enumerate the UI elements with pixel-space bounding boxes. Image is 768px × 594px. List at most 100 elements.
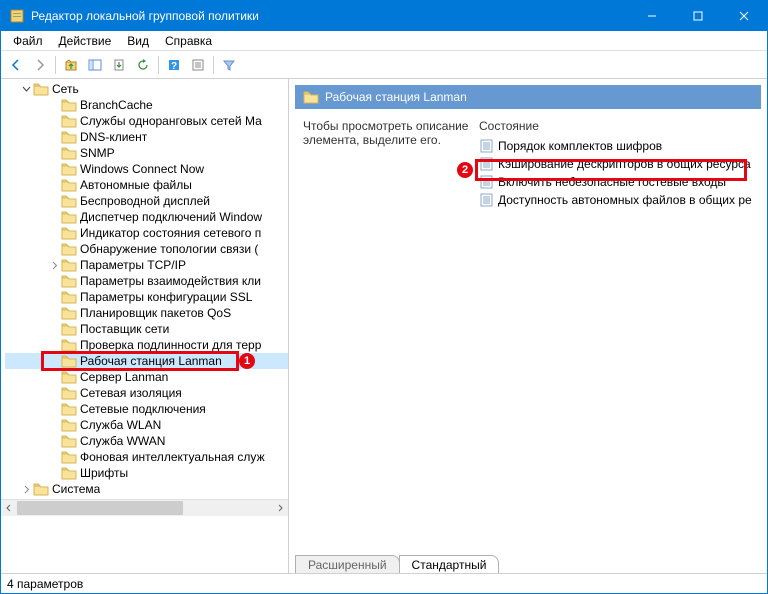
tree-expand-empty [47, 274, 61, 288]
tree-expand-empty [47, 242, 61, 256]
tree-node[interactable]: Сервер Lanman [5, 369, 288, 385]
folder-icon [61, 386, 77, 400]
chevron-down-icon[interactable] [19, 82, 33, 96]
tree-expand-empty [47, 114, 61, 128]
folder-icon [61, 258, 77, 272]
chevron-right-icon[interactable] [47, 258, 61, 272]
tree-node-system[interactable]: Система [5, 481, 288, 497]
tree-node[interactable]: Службы одноранговых сетей Ма [5, 113, 288, 129]
tree-label: Windows Connect Now [80, 162, 204, 176]
folder-icon [33, 482, 49, 496]
tree-node[interactable]: Сетевые подключения [5, 401, 288, 417]
folder-icon [61, 194, 77, 208]
tree-label: Беспроводной дисплей [80, 194, 210, 208]
scroll-right-button[interactable] [272, 500, 288, 516]
folder-icon [61, 146, 77, 160]
window-title: Редактор локальной групповой политики [31, 9, 629, 23]
close-button[interactable] [721, 1, 767, 31]
menubar: Файл Действие Вид Справка [1, 31, 767, 51]
policy-label: Доступность автономных файлов в общих ре [498, 193, 752, 207]
details-title: Рабочая станция Lanman [325, 90, 467, 104]
tree-label: Поставщик сети [80, 322, 169, 336]
tree-node[interactable]: Фоновая интеллектуальная служ [5, 449, 288, 465]
tree-label: Сетевые подключения [80, 402, 206, 416]
tree-node[interactable]: Windows Connect Now [5, 161, 288, 177]
folder-icon [61, 338, 77, 352]
toolbar-separator [55, 56, 56, 74]
tab-standard[interactable]: Стандартный [399, 555, 500, 573]
tree-node[interactable]: Диспетчер подключений Window [5, 209, 288, 225]
tree-pane[interactable]: СетьBranchCacheСлужбы одноранговых сетей… [1, 79, 289, 573]
menu-action[interactable]: Действие [51, 32, 120, 50]
chevron-right-icon[interactable] [19, 482, 33, 496]
up-button[interactable] [60, 54, 82, 76]
tree-node[interactable]: Поставщик сети [5, 321, 288, 337]
folder-icon [61, 466, 77, 480]
tree-expand-empty [47, 402, 61, 416]
tree-node-network[interactable]: Сеть [5, 81, 288, 97]
help-button[interactable]: ? [163, 54, 185, 76]
tab-extended[interactable]: Расширенный [295, 555, 400, 573]
tree-node[interactable]: Служба WLAN [5, 417, 288, 433]
tree-expand-empty [47, 450, 61, 464]
maximize-button[interactable] [675, 1, 721, 31]
tree-label: Обнаружение топологии связи ( [80, 242, 258, 256]
badge-2: 2 [457, 162, 473, 178]
tree-node[interactable]: DNS-клиент [5, 129, 288, 145]
folder-icon [61, 434, 77, 448]
folder-icon [61, 242, 77, 256]
tree-node[interactable]: Шрифты [5, 465, 288, 481]
tree-node[interactable]: Параметры конфигурации SSL [5, 289, 288, 305]
folder-icon [61, 418, 77, 432]
app-icon [9, 8, 25, 24]
folder-icon [61, 98, 77, 112]
tree-node[interactable]: Обнаружение топологии связи ( [5, 241, 288, 257]
tree-expand-empty [47, 386, 61, 400]
folder-icon [61, 210, 77, 224]
policy-item[interactable]: Доступность автономных файлов в общих ре [479, 191, 761, 209]
folder-icon [61, 114, 77, 128]
tree-node[interactable]: Параметры TCP/IP [5, 257, 288, 273]
folder-icon [61, 290, 77, 304]
tree-node[interactable]: Служба WWAN [5, 433, 288, 449]
status-text: 4 параметров [7, 577, 83, 591]
menu-help[interactable]: Справка [157, 32, 220, 50]
properties-button[interactable] [187, 54, 209, 76]
tree-node[interactable]: SNMP [5, 145, 288, 161]
filter-button[interactable] [218, 54, 240, 76]
tree-node[interactable]: Сетевая изоляция [5, 385, 288, 401]
policy-item[interactable]: Порядок комплектов шифров [479, 137, 761, 155]
details-body: Чтобы просмотреть описание элемента, выд… [289, 109, 767, 551]
back-button[interactable] [5, 54, 27, 76]
tree-node[interactable]: Индикатор состояния сетевого п [5, 225, 288, 241]
refresh-button[interactable] [132, 54, 154, 76]
menu-file[interactable]: Файл [5, 32, 51, 50]
tree-node[interactable]: BranchCache [5, 97, 288, 113]
folder-icon [61, 226, 77, 240]
tree-label: Рабочая станция Lanman [80, 354, 222, 368]
tree-node[interactable]: Автономные файлы [5, 177, 288, 193]
policy-icon [479, 193, 495, 207]
tree-node[interactable]: Планировщик пакетов QoS [5, 305, 288, 321]
tree-expand-empty [47, 194, 61, 208]
minimize-button[interactable] [629, 1, 675, 31]
menu-view[interactable]: Вид [119, 32, 157, 50]
description-column: Чтобы просмотреть описание элемента, выд… [303, 119, 479, 551]
show-hide-tree-button[interactable] [84, 54, 106, 76]
scroll-thumb[interactable] [17, 501, 183, 515]
tree-node[interactable]: Параметры взаимодействия кли [5, 273, 288, 289]
export-button[interactable] [108, 54, 130, 76]
badge-1: 1 [239, 353, 255, 369]
tree-label: Параметры взаимодействия кли [80, 274, 261, 288]
scroll-left-button[interactable] [1, 500, 17, 516]
tree-node[interactable]: Проверка подлинности для терр [5, 337, 288, 353]
policy-item[interactable]: Включить небезопасные гостевые входы [479, 173, 761, 191]
folder-icon [61, 306, 77, 320]
policy-item[interactable]: Кэширование дескрипторов в общих ресурса [479, 155, 761, 173]
tree-label: Система [52, 482, 100, 496]
toolbar: ? [1, 51, 767, 79]
scroll-track[interactable] [17, 500, 272, 516]
tree-hscrollbar[interactable] [1, 499, 288, 515]
tree-node[interactable]: Беспроводной дисплей [5, 193, 288, 209]
forward-button[interactable] [29, 54, 51, 76]
